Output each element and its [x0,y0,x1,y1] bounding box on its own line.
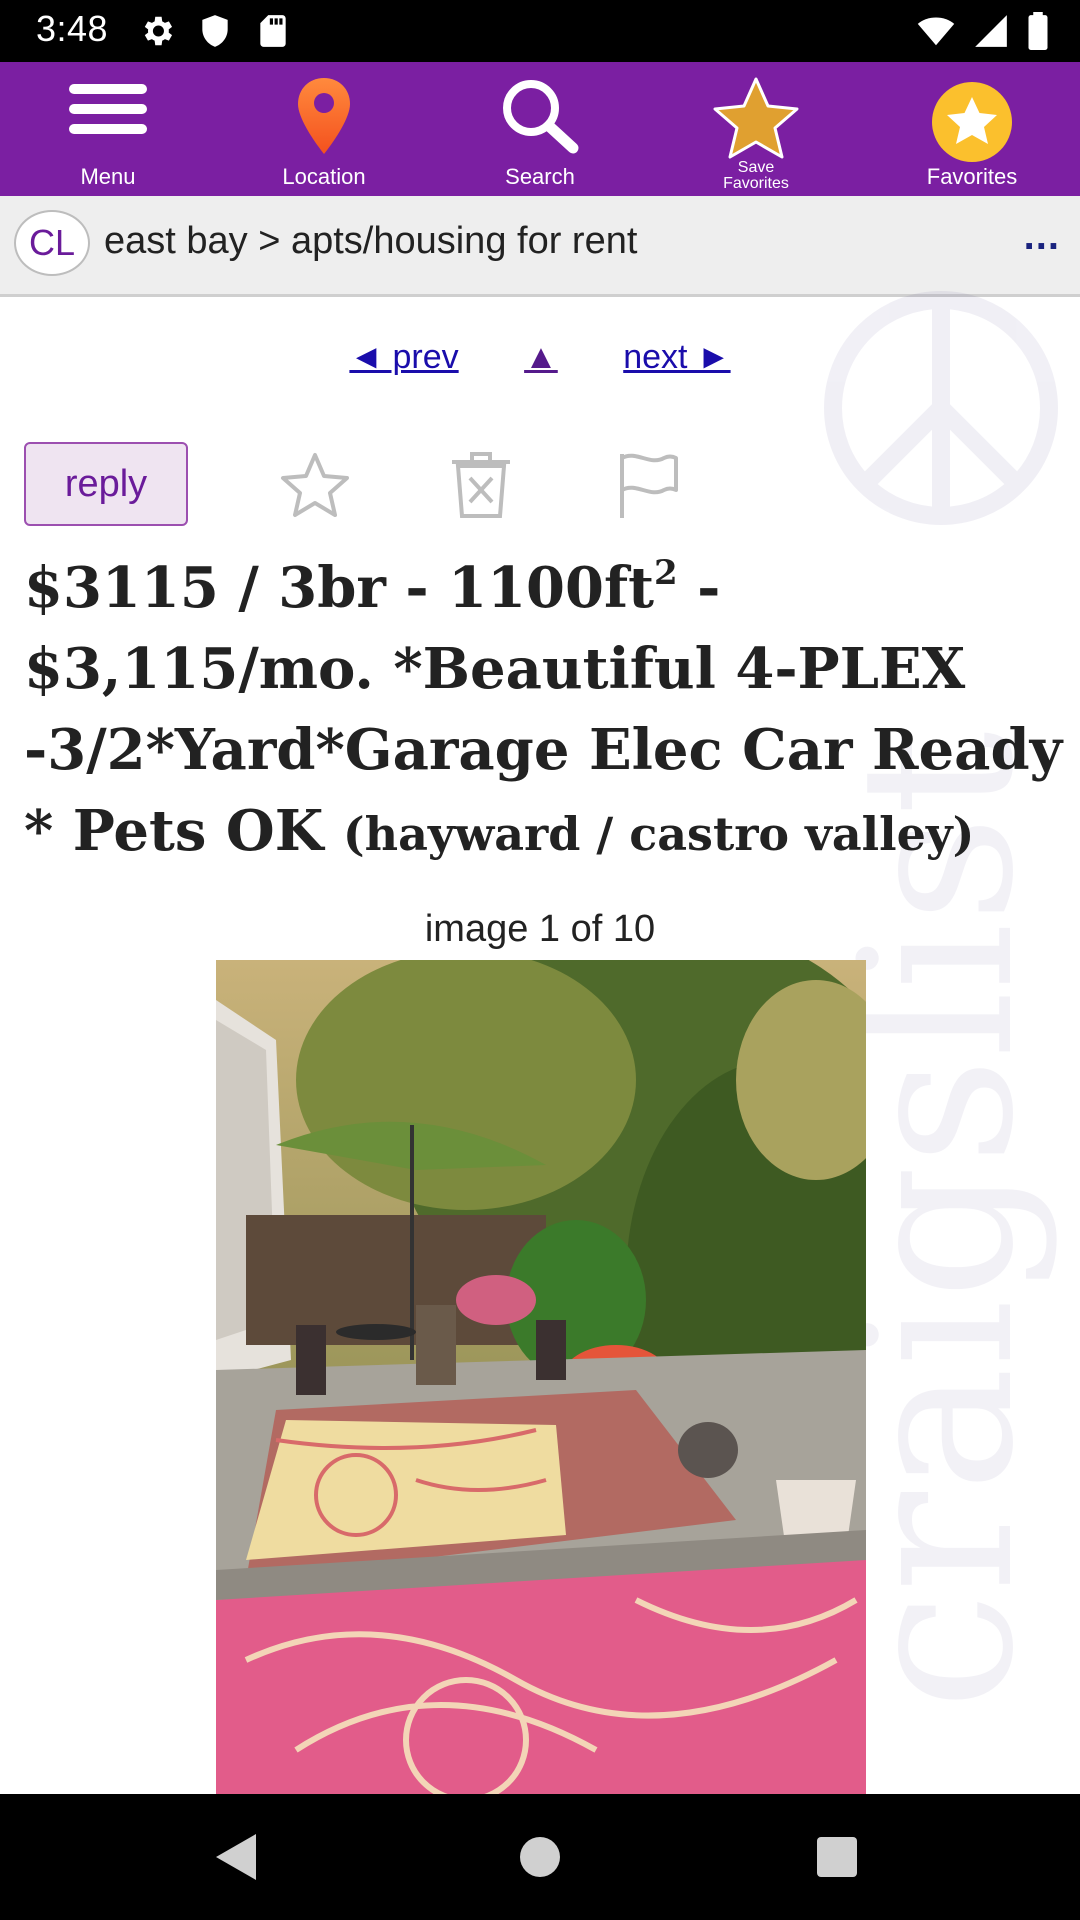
magnifier-icon [503,80,579,154]
menu-label: Menu [80,164,136,189]
battery-icon [1028,12,1048,50]
listing-location: (hayward / castro valley) [342,807,975,861]
title-price-size: $3115 / 3br - 1100ft [24,555,654,621]
save-favorites-button[interactable]: Save Favorites [653,62,859,196]
sd-card-icon [260,15,286,47]
listing-title: $3115 / 3br - 1100ft2 - $3,115/mo. *Beau… [24,548,1064,875]
save-favorites-label: Save Favorites [723,159,789,192]
hamburger-menu-icon [69,84,147,134]
favorites-label: Favorites [926,164,1018,189]
wifi-icon [917,17,955,46]
top-toolbar: Menu Location Search Save Favorites Favo… [0,62,1080,196]
trash-x-icon[interactable] [446,450,516,520]
star-outline-icon[interactable] [280,450,350,520]
map-pin-icon [298,78,350,154]
home-circle-icon[interactable] [516,1832,564,1882]
flag-icon[interactable] [612,450,682,520]
favorites-button[interactable]: Favorites [869,62,1075,196]
prev-link[interactable]: ◄ prev [349,338,458,376]
search-button[interactable]: Search [437,62,643,196]
breadcrumb-bar: CL east bay > apts/housing for rent ... [0,196,1080,297]
reply-button[interactable]: reply [24,442,188,526]
back-triangle-icon[interactable] [212,1832,260,1882]
listing-nav: ◄ prev ▲ next ► [0,338,1080,377]
menu-button[interactable]: Menu [5,62,211,196]
shield-icon [202,15,228,47]
signal-icon [975,15,1007,47]
recents-square-icon[interactable] [814,1832,860,1882]
title-superscript: 2 [653,553,678,593]
location-button[interactable]: Location [221,62,427,196]
next-link[interactable]: next ► [623,338,730,376]
status-time: 3:48 [36,8,109,49]
star-icon [713,77,799,159]
more-options-button[interactable]: ... [1024,214,1060,259]
system-nav-bar [0,1794,1080,1920]
location-label: Location [282,164,366,189]
breadcrumb[interactable]: east bay > apts/housing for rent [104,220,637,263]
cl-home-badge[interactable]: CL [14,210,90,276]
star-circle-icon [932,82,1012,162]
listing-photo[interactable] [216,960,866,1794]
gear-icon [144,16,173,46]
search-label: Search [505,164,575,189]
status-bar: 3:48 [0,0,1080,62]
up-link[interactable]: ▲ [524,338,558,376]
image-counter: image 1 of 10 [424,908,656,950]
